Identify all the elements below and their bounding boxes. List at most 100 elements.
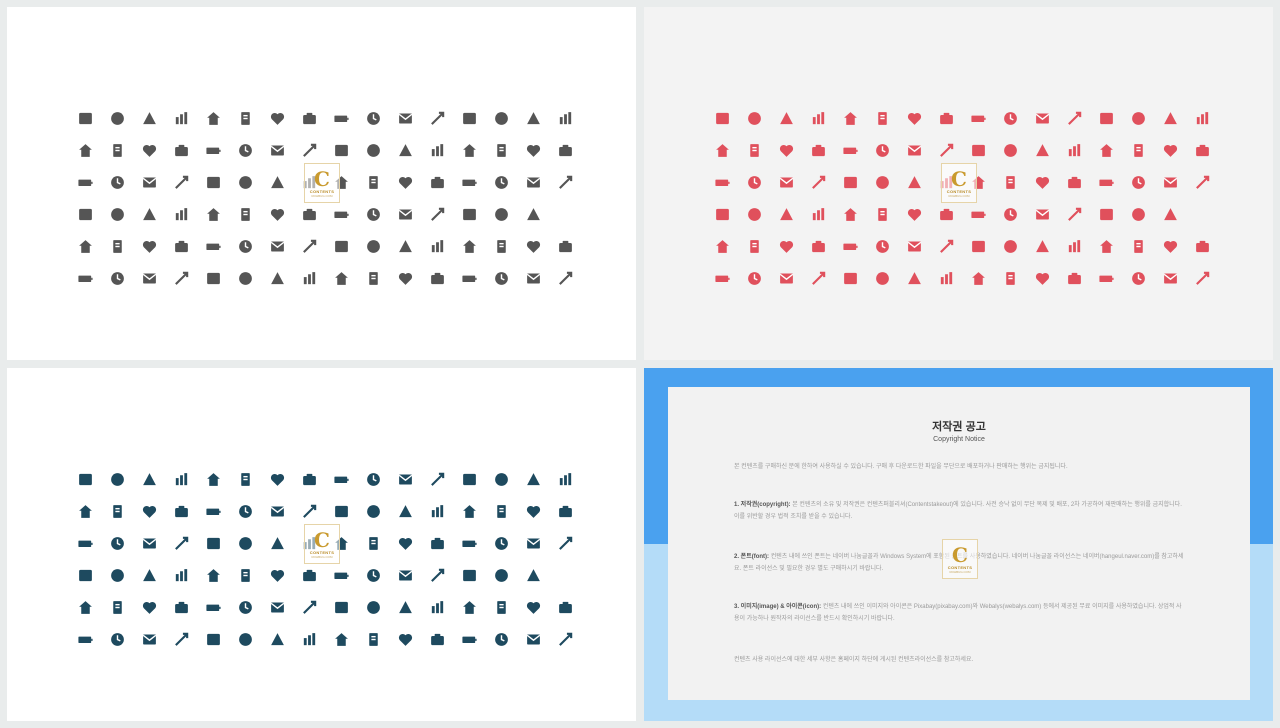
lock-icon [706,134,738,166]
book-open-icon [101,527,133,559]
bar-chart-3-icon [293,134,325,166]
section-text: 본 컨텐츠의 소유 및 저작권은 컨텐츠퍼블리셔(Contentstakeout… [734,502,1182,520]
calendar-grid-icon [1058,166,1090,198]
percent-icon [898,230,930,262]
calendar-clock-icon [549,134,581,166]
stamp-icon [1090,262,1122,294]
watermark-logo: C CONTENTS ROHBUG.COM [942,539,978,579]
clock-icon [357,134,389,166]
group-icon [1122,166,1154,198]
group-icon [485,527,517,559]
trophy-icon [389,463,421,495]
info-icon [197,559,229,591]
book-open-icon [101,166,133,198]
watermark-line2: ROHBUG.COM [948,193,970,198]
slide-icons-red[interactable]: C CONTENTS ROHBUG.COM [644,7,1273,360]
pie-chart-icon [962,134,994,166]
calendar-grid-icon [421,166,453,198]
time-settings-icon [706,198,738,230]
credit-card-icon [261,198,293,230]
lock-icon [69,134,101,166]
calendar-clock-icon [1186,134,1218,166]
house-icon [133,463,165,495]
clock-money-icon [293,591,325,623]
money-bag-icon [517,559,549,591]
globe-icon [165,262,197,294]
books-icon [1154,102,1186,134]
chat-bubbles-icon [325,623,357,655]
puzzle-icon [261,463,293,495]
user-woman-icon [802,166,834,198]
key-icon [1090,102,1122,134]
calendar-box-icon [485,495,517,527]
credit-card-2-icon [325,591,357,623]
watermark-logo: C CONTENTS ROHBUG.COM [941,163,977,203]
gear-icon [549,230,581,262]
battery-low-icon [517,262,549,294]
watermark-line2: ROHBUG.COM [311,554,333,559]
bar-chart-3-icon [293,495,325,527]
bar-chart-3-icon [930,134,962,166]
globe-icon [802,262,834,294]
refresh-icon [69,166,101,198]
user-desk-icon [197,527,229,559]
question-icon [101,198,133,230]
gavel-icon [485,230,517,262]
percent-icon [261,230,293,262]
document-icon [1058,102,1090,134]
bullseye-icon [866,102,898,134]
fax-icon [197,623,229,655]
alarm-clock-icon [1058,134,1090,166]
envelope-open-icon [389,623,421,655]
group-icon [485,166,517,198]
section-label: 2. 폰트(font): [734,554,770,560]
alarm-clock-icon [421,495,453,527]
calendar-28-icon [517,495,549,527]
notice-title: 저작권 공고 [932,421,986,433]
shopping-bag-icon [1154,230,1186,262]
microphone-icon [133,623,165,655]
credit-card-2-icon [325,230,357,262]
bank-icon [706,102,738,134]
slide-icons-gray[interactable]: C CONTENTS ROHBUG.COM [7,7,636,360]
hierarchy-icon [549,527,581,559]
purse-icon [453,230,485,262]
document-icon [421,463,453,495]
pie-chart-icon [325,495,357,527]
phone-book-icon [229,623,261,655]
safe-icon [1090,198,1122,230]
shop-icon [357,198,389,230]
notice-section-image: 3. 이미지(image) & 아이콘(icon): 컨텐츠 내에 쓰인 이미지… [734,601,1186,625]
stopwatch-icon [1026,134,1058,166]
chat-bubbles-icon [962,262,994,294]
house-icon [770,102,802,134]
hourglass-icon [1090,134,1122,166]
clipboard-check-icon [389,166,421,198]
microphone-icon [133,262,165,294]
org-chart-icon [898,166,930,198]
piggy-bank-icon [485,559,517,591]
chart-board-icon [229,166,261,198]
none-icon [549,198,581,230]
newspaper-icon [357,463,389,495]
fax-icon [197,262,229,294]
document-lines-icon [421,198,453,230]
pushpin-icon [485,102,517,134]
slide-icons-navy[interactable]: C CONTENTS ROHBUG.COM [7,368,636,721]
chart-board-icon [229,527,261,559]
fax-machine-icon [421,623,453,655]
chart-down-icon [834,134,866,166]
books-icon [517,102,549,134]
calendar-box-icon [485,134,517,166]
refresh-icon [706,166,738,198]
hierarchy-icon [1186,166,1218,198]
presentation-icon [133,495,165,527]
section-label: 1. 저작권(copyright): [734,502,791,508]
chat-bubbles-icon [325,262,357,294]
slide-copyright-notice[interactable]: 저작권 공고 Copyright Notice 본 컨텐츠를 구매하신 분에 한… [644,368,1273,721]
trophy-icon [389,102,421,134]
clock-money-icon [930,230,962,262]
clipboard-check-icon [389,527,421,559]
house-icon [133,102,165,134]
paperclip-icon [325,463,357,495]
